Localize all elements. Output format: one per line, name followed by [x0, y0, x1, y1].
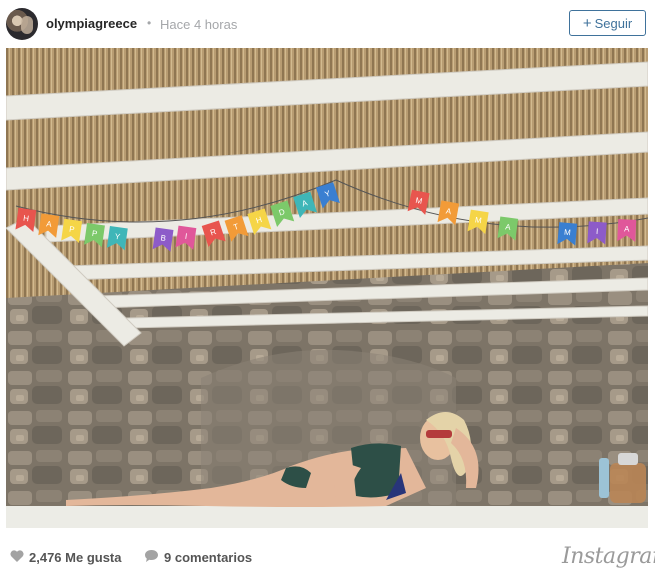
instagram-logo[interactable]: Instagram — [562, 544, 655, 569]
photo-illustration: HAP P Y B I RTHDAY MAMAM I A — [6, 48, 648, 528]
post-time[interactable]: Hace 4 horas — [160, 17, 237, 32]
instagram-post-embed: olympiagreece • Hace 4 horas + Seguir H … — [0, 0, 655, 578]
follow-label: Seguir — [594, 15, 633, 31]
comments-count[interactable]: 9 comentarios — [164, 550, 252, 565]
white-floor — [6, 506, 648, 528]
follow-button[interactable]: + Seguir — [569, 10, 646, 36]
post-footer: 2,476 Me gusta 9 comentarios Instagram — [0, 534, 655, 578]
likes-count[interactable]: 2,476 Me gusta — [29, 550, 122, 565]
post-header: olympiagreece • Hace 4 horas + Seguir — [0, 0, 655, 48]
comment-bubble-icon[interactable] — [144, 549, 159, 563]
separator-dot: • — [147, 16, 152, 30]
plus-icon: + — [582, 14, 592, 32]
post-photo[interactable]: HAPPYBIRTHDAY MAMAMIA — [6, 48, 648, 528]
heart-icon[interactable] — [10, 550, 24, 562]
banner-letter: M — [564, 228, 572, 238]
avatar[interactable] — [6, 8, 38, 40]
username[interactable]: olympiagreece — [46, 16, 137, 31]
